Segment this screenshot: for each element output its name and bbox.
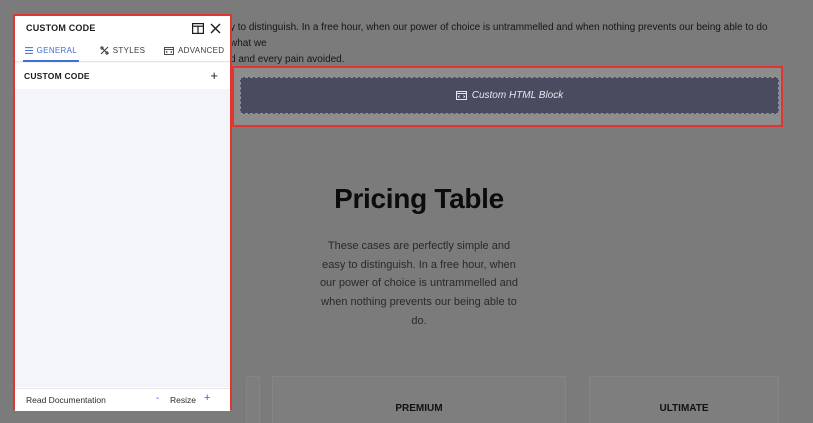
layout-toggle-icon[interactable] xyxy=(192,21,205,39)
close-icon[interactable] xyxy=(210,21,221,39)
settings-panel: CUSTOM CODE GENERAL STYLES ADVANCED CUST… xyxy=(13,14,232,411)
html-code-icon xyxy=(455,91,467,100)
tab-styles[interactable]: STYLES xyxy=(87,40,159,61)
resize-increase-button[interactable]: + xyxy=(204,392,210,404)
custom-html-block[interactable]: Custom HTML Block xyxy=(240,77,779,114)
pricing-description: These cases are perfectly simple and eas… xyxy=(319,240,519,327)
plan-card-partial xyxy=(246,376,260,423)
section-label: CUSTOM CODE xyxy=(24,71,90,81)
plan-card-ultimate: ULTIMATE xyxy=(589,376,779,423)
custom-html-block-label: Custom HTML Block xyxy=(471,90,564,101)
plan-name-ultimate: ULTIMATE xyxy=(659,403,709,414)
expand-plus-icon[interactable]: + xyxy=(210,69,218,82)
panel-body: CUSTOM CODE + xyxy=(15,62,230,387)
plan-name-premium: PREMIUM xyxy=(395,403,443,414)
resize-label: Resize xyxy=(170,395,196,405)
tab-styles-label: STYLES xyxy=(112,46,146,55)
panel-header: CUSTOM CODE xyxy=(15,16,230,40)
custom-code-section[interactable]: CUSTOM CODE + xyxy=(15,63,230,89)
read-documentation-link[interactable]: Read Documentation xyxy=(26,395,106,405)
pricing-title: Pricing Table xyxy=(334,183,504,214)
selected-element-outline[interactable]: Custom HTML Block xyxy=(232,66,783,127)
styles-icon xyxy=(100,46,109,55)
panel-title: CUSTOM CODE xyxy=(26,23,96,33)
advanced-icon xyxy=(164,46,174,55)
tab-general[interactable]: GENERAL xyxy=(15,40,87,62)
intro-paragraph: y to distinguish. In a free hour, when o… xyxy=(230,20,790,68)
resize-decrease-button[interactable]: - xyxy=(156,393,159,404)
tab-advanced-label: ADVANCED xyxy=(178,46,225,55)
plan-card-premium: PREMIUM xyxy=(272,376,566,423)
panel-tabs: GENERAL STYLES ADVANCED xyxy=(15,40,230,62)
panel-footer: Read Documentation - Resize + xyxy=(15,388,230,411)
intro-line-1: y to distinguish. In a free hour, when o… xyxy=(230,22,768,49)
tab-general-label: GENERAL xyxy=(36,46,77,55)
tab-advanced[interactable]: ADVANCED xyxy=(158,40,230,61)
menu-icon xyxy=(24,47,33,54)
